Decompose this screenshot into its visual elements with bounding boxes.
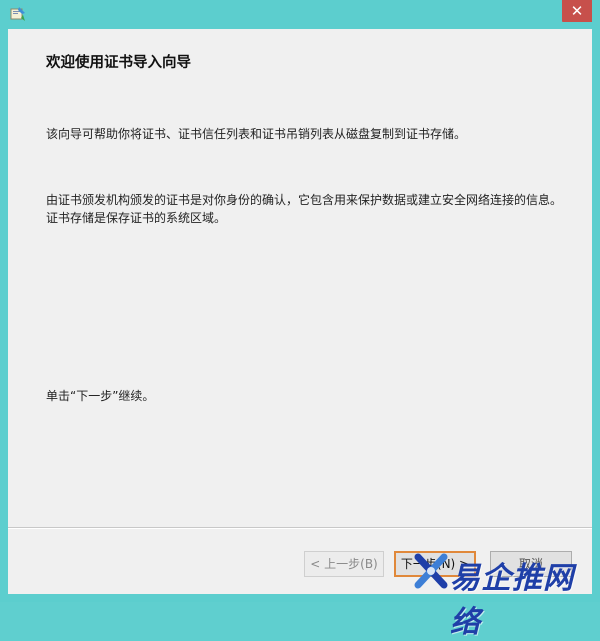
back-button[interactable]: < 上一步(B) (304, 551, 384, 577)
certificate-import-wizard-window: ✕ 欢迎使用证书导入向导 该向导可帮助你将证书、证书信任列表和证书吊销列表从磁盘… (0, 0, 600, 640)
wizard-client-area: 欢迎使用证书导入向导 该向导可帮助你将证书、证书信任列表和证书吊销列表从磁盘复制… (8, 29, 592, 594)
title-bar[interactable]: ✕ (0, 0, 600, 28)
next-button[interactable]: 下一步(N) > (394, 551, 476, 577)
close-icon: ✕ (570, 2, 584, 20)
cancel-button[interactable]: 取消 (490, 551, 572, 577)
divider (8, 527, 592, 529)
wizard-description: 该向导可帮助你将证书、证书信任列表和证书吊销列表从磁盘复制到证书存储。 (46, 127, 467, 141)
certificate-wizard-icon (10, 6, 26, 22)
page-title: 欢迎使用证书导入向导 (46, 55, 191, 71)
certificate-explanation: 由证书颁发机构颁发的证书是对你身份的确认，它包含用来保护数据或建立安全网络连接的… (46, 193, 563, 225)
continue-instruction: 单击“下一步”继续。 (46, 389, 155, 403)
close-button[interactable]: ✕ (562, 0, 592, 22)
